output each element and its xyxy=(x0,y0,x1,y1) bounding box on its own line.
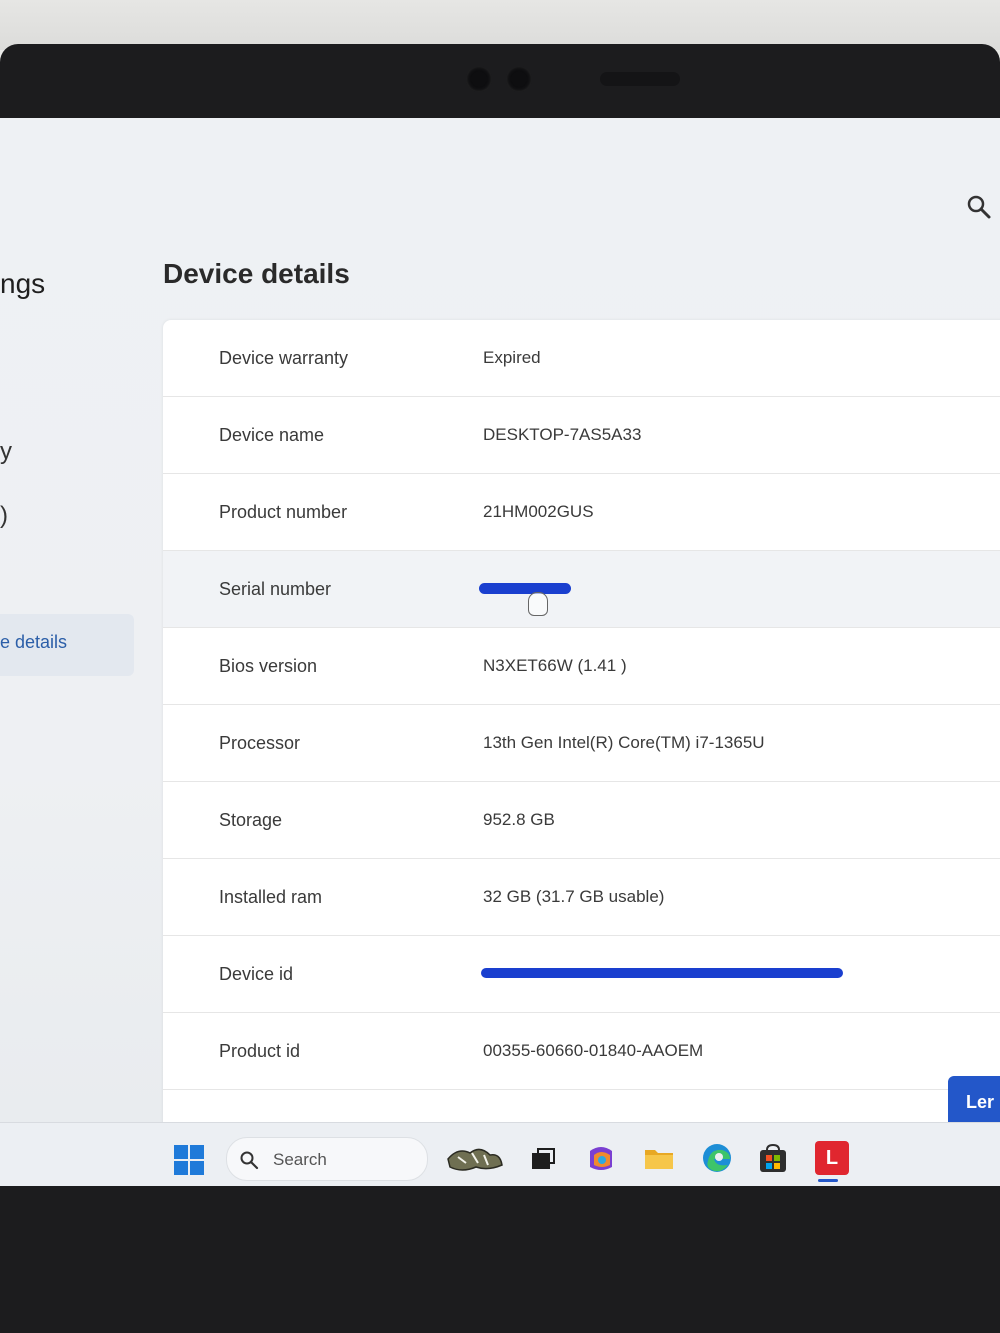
learn-more-button[interactable]: Ler xyxy=(948,1076,1000,1128)
detail-value: DESKTOP-7AS5A33 xyxy=(483,425,642,444)
detail-label: Device warranty xyxy=(219,348,349,368)
detail-label: Installed ram xyxy=(219,887,323,907)
copilot-icon[interactable] xyxy=(584,1141,618,1175)
detail-row-bios-version: Bios version N3XET66W (1.41 ) xyxy=(163,628,1000,705)
mouse-pointer xyxy=(528,592,548,616)
redaction-mark xyxy=(479,583,571,594)
sidebar-title: ngs xyxy=(0,268,46,299)
detail-row-product-id: Product id 00355-60660-01840-AAOEM xyxy=(163,1013,1000,1090)
detail-label: Bios version xyxy=(219,656,318,676)
file-explorer-icon[interactable] xyxy=(642,1141,676,1175)
detail-label: Device id xyxy=(219,964,294,984)
detail-value: Expired xyxy=(483,348,541,367)
wall-background xyxy=(0,0,1000,50)
device-details-card: Device warranty Expired Device name DESK… xyxy=(163,320,1000,1140)
detail-value: 32 GB (31.7 GB usable) xyxy=(483,887,665,906)
detail-label: Storage xyxy=(219,810,283,830)
detail-row-device-id: Device id xyxy=(163,936,1000,1013)
store-icon[interactable] xyxy=(756,1141,790,1175)
detail-label: Device name xyxy=(219,425,325,445)
widgets-icon[interactable] xyxy=(444,1141,506,1175)
webcam-sensor xyxy=(506,66,532,92)
webcam-lens xyxy=(466,66,492,92)
edge-icon[interactable] xyxy=(700,1141,734,1175)
detail-label: Processor xyxy=(219,733,301,753)
redaction-mark xyxy=(481,968,843,978)
taskbar-search-input[interactable]: Search xyxy=(226,1137,428,1181)
detail-row-storage: Storage 952.8 GB xyxy=(163,782,1000,859)
detail-row-processor: Processor 13th Gen Intel(R) Core(TM) i7-… xyxy=(163,705,1000,782)
active-app-indicator xyxy=(818,1179,838,1182)
page-title: Device details xyxy=(163,258,350,289)
search-icon xyxy=(240,1151,259,1170)
detail-row-device-name: Device name DESKTOP-7AS5A33 xyxy=(163,397,1000,474)
detail-label: Product id xyxy=(219,1041,301,1061)
detail-value: N3XET66W (1.41 ) xyxy=(483,656,627,675)
windows-start-icon[interactable] xyxy=(174,1145,204,1175)
search-icon[interactable] xyxy=(966,194,992,220)
detail-row-product-number: Product number 21HM002GUS xyxy=(163,474,1000,551)
search-placeholder: Search xyxy=(273,1150,327,1169)
camera-slot xyxy=(600,72,680,86)
taskbar: Search L xyxy=(0,1122,1000,1186)
detail-row-installed-ram: Installed ram 32 GB (31.7 GB usable) xyxy=(163,859,1000,936)
detail-value: 952.8 GB xyxy=(483,810,555,829)
lenovo-vantage-icon[interactable]: L xyxy=(815,1141,849,1175)
sidebar-item-device-details[interactable]: e details xyxy=(0,614,134,676)
app-letter: L xyxy=(825,1147,839,1169)
detail-row-serial-number[interactable]: Serial number xyxy=(163,551,1000,628)
task-view-icon[interactable] xyxy=(526,1141,560,1175)
detail-label: Product number xyxy=(219,502,348,522)
sidebar-item[interactable]: y xyxy=(0,438,12,466)
detail-value: 13th Gen Intel(R) Core(TM) i7-1365U xyxy=(483,733,765,752)
detail-row-device-warranty: Device warranty Expired xyxy=(163,320,1000,397)
detail-label: Serial number xyxy=(219,579,332,599)
detail-value: 21HM002GUS xyxy=(483,502,594,521)
sidebar-item[interactable]: ) xyxy=(0,502,8,530)
detail-value: 00355-60660-01840-AAOEM xyxy=(483,1041,704,1060)
screen: ngs y ) e details Device details Device … xyxy=(0,118,1000,1186)
sidebar-item-label: e details xyxy=(0,632,68,652)
